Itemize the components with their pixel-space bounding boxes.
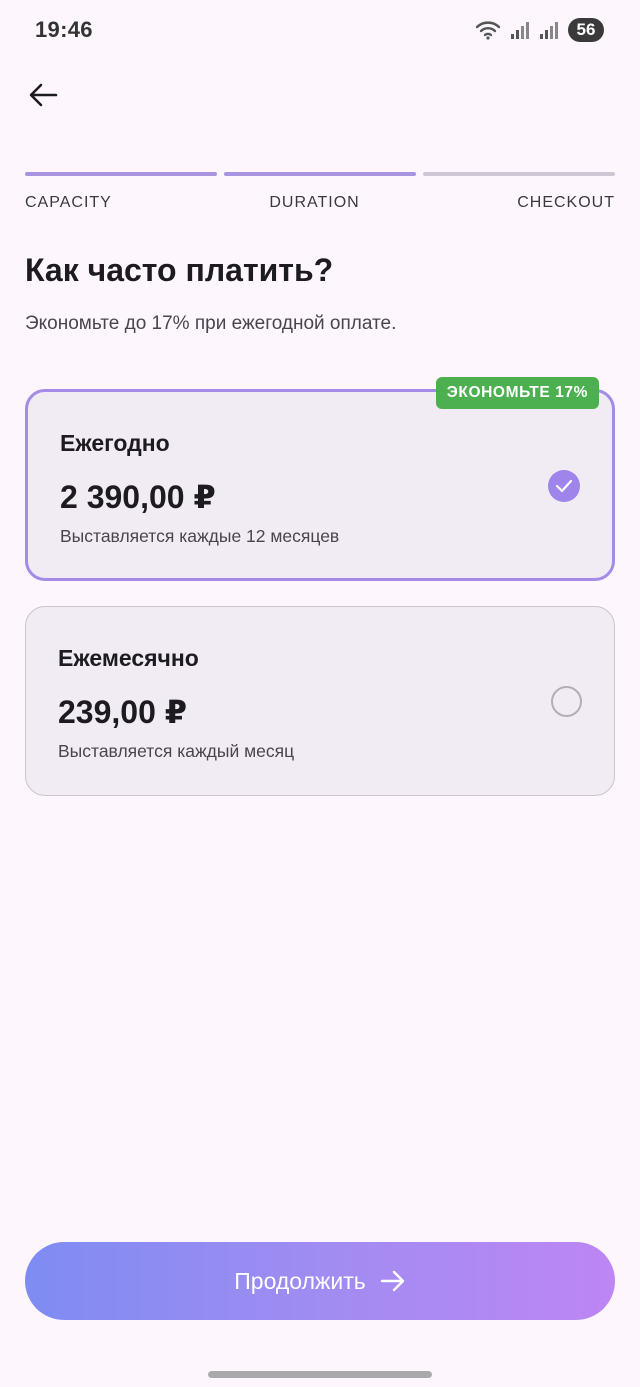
billing-duration-screen: 19:46 56 CAPACITY DURATION CHECKOUT Как … xyxy=(0,0,640,1387)
step-labels: CAPACITY DURATION CHECKOUT xyxy=(25,194,615,212)
plan-option-monthly[interactable]: Ежемесячно 239,00 ₽ Выставляется каждый … xyxy=(25,606,615,796)
wifi-icon xyxy=(475,21,501,40)
savings-badge: ЭКОНОМЬТЕ 17% xyxy=(435,377,599,409)
plan-price: 2 390,00 ₽ xyxy=(60,479,216,515)
step-label-duration[interactable]: DURATION xyxy=(269,194,359,212)
plan-name: Ежегодно xyxy=(60,430,170,456)
step-bar-capacity xyxy=(25,172,217,176)
continue-label: Продолжить xyxy=(234,1267,366,1294)
step-bars xyxy=(25,172,615,176)
plan-name: Ежемесячно xyxy=(58,645,199,671)
signal-icon xyxy=(511,22,529,39)
progress-stepper: CAPACITY DURATION CHECKOUT xyxy=(25,172,615,212)
arrow-left-icon xyxy=(29,83,58,107)
plan-billing-period: Выставляется каждый месяц xyxy=(58,741,295,761)
back-button[interactable] xyxy=(20,72,66,118)
check-icon xyxy=(555,479,573,493)
page-subtitle: Экономьте до 17% при ежегодной оплате. xyxy=(25,313,397,334)
plan-billing-period: Выставляется каждые 12 месяцев xyxy=(60,526,340,546)
battery-indicator: 56 xyxy=(568,18,604,42)
status-icons: 56 xyxy=(475,18,604,42)
plan-option-yearly[interactable]: ЭКОНОМЬТЕ 17% Ежегодно 2 390,00 ₽ Выстав… xyxy=(25,377,615,581)
plan-price: 239,00 ₽ xyxy=(58,694,188,730)
step-label-capacity[interactable]: CAPACITY xyxy=(25,194,112,212)
arrow-right-icon xyxy=(380,1270,404,1292)
step-label-checkout[interactable]: CHECKOUT xyxy=(517,194,615,212)
status-time: 19:46 xyxy=(35,17,93,42)
radio-unselected[interactable] xyxy=(551,686,582,717)
step-bar-checkout xyxy=(423,172,615,176)
status-bar: 19:46 56 xyxy=(0,0,640,60)
home-indicator[interactable] xyxy=(208,1371,432,1378)
signal-icon-2 xyxy=(540,22,558,39)
radio-selected[interactable] xyxy=(548,470,580,502)
page-title: Как часто платить? xyxy=(25,252,334,288)
continue-button[interactable]: Продолжить xyxy=(25,1242,615,1320)
step-bar-duration xyxy=(224,172,416,176)
